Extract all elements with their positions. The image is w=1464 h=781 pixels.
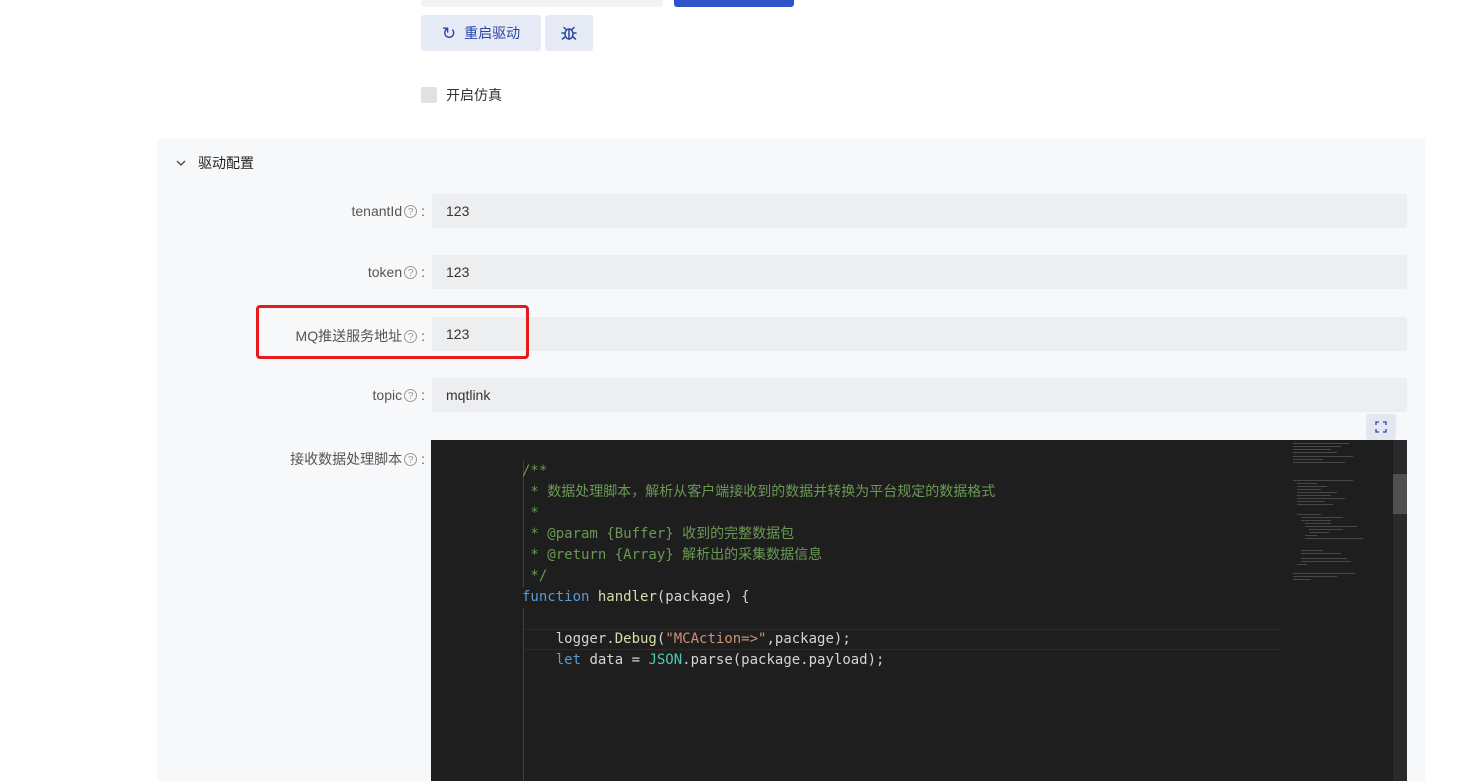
checkbox-box[interactable] <box>421 87 437 103</box>
top-input-partial[interactable] <box>421 0 663 7</box>
code-line: 8function handler(package) { <box>522 589 750 605</box>
code-line: 5 * @param {Buffer} 收到的完整数据包 <box>522 526 795 542</box>
help-icon[interactable]: ? <box>404 452 418 466</box>
highlight-annotation-box <box>256 305 529 359</box>
code-line: 6 * @return {Array} 解析出的采集数据信息 <box>522 547 823 563</box>
simulate-label: 开启仿真 <box>446 87 502 103</box>
code-line: 2/** <box>522 463 548 479</box>
driver-config-header[interactable]: 驱动配置 <box>176 153 254 173</box>
code-line: 12 <box>431 671 1291 692</box>
driver-config-title: 驱动配置 <box>198 155 254 171</box>
tenantid-input[interactable]: 123 <box>432 194 1407 228</box>
bug-icon <box>561 26 577 40</box>
top-primary-button-partial[interactable] <box>674 0 794 7</box>
code-line: 10 logger.Debug("MCAction=>",package); <box>522 631 851 647</box>
code-line: 13 <box>431 692 1291 713</box>
field-label-tenantid: tenantId ? : <box>351 203 426 219</box>
code-line: 17 <box>431 776 1291 781</box>
code-line: 1 <box>431 440 1291 461</box>
fullscreen-button[interactable] <box>1366 414 1396 440</box>
help-icon[interactable]: ? <box>404 204 418 218</box>
field-label-token: token ? : <box>367 264 425 280</box>
expand-icon <box>1375 421 1387 433</box>
code-line: 14 <box>431 713 1291 734</box>
code-line: 4 * <box>522 505 539 521</box>
refresh-icon: ↻ <box>441 23 457 43</box>
field-label-topic: topic ? : <box>372 387 425 403</box>
debug-button[interactable] <box>545 15 593 51</box>
help-icon[interactable]: ? <box>404 265 418 279</box>
restart-driver-button[interactable]: ↻ 重启驱动 <box>421 15 541 51</box>
code-editor[interactable]: 1 2/** 3 * 数据处理脚本，解析从客户端接收到的数据并转换为平台规定的数… <box>431 440 1407 781</box>
code-line: 16 <box>431 755 1291 776</box>
token-input[interactable]: 123 <box>432 255 1407 289</box>
code-line: 11 let data = JSON.parse(package.payload… <box>522 652 885 668</box>
code-line: 7 */ <box>522 568 548 584</box>
code-line: 9 <box>431 608 1291 629</box>
editor-scrollbar-thumb[interactable] <box>1393 474 1407 514</box>
code-line: 3 * 数据处理脚本，解析从客户端接收到的数据并转换为平台规定的数据格式 <box>522 484 996 500</box>
chevron-down-icon <box>176 160 186 166</box>
topic-input[interactable]: mqtlink <box>432 378 1407 412</box>
mq-address-input[interactable]: 123 <box>432 317 1407 351</box>
simulate-checkbox[interactable]: 开启仿真 <box>421 85 502 105</box>
help-icon[interactable]: ? <box>404 388 418 402</box>
editor-minimap[interactable] <box>1291 440 1391 781</box>
restart-driver-label: 重启驱动 <box>464 25 521 41</box>
field-label-script: 接收数据处理脚本 ? : <box>290 451 425 467</box>
code-line: 15 <box>431 734 1291 755</box>
